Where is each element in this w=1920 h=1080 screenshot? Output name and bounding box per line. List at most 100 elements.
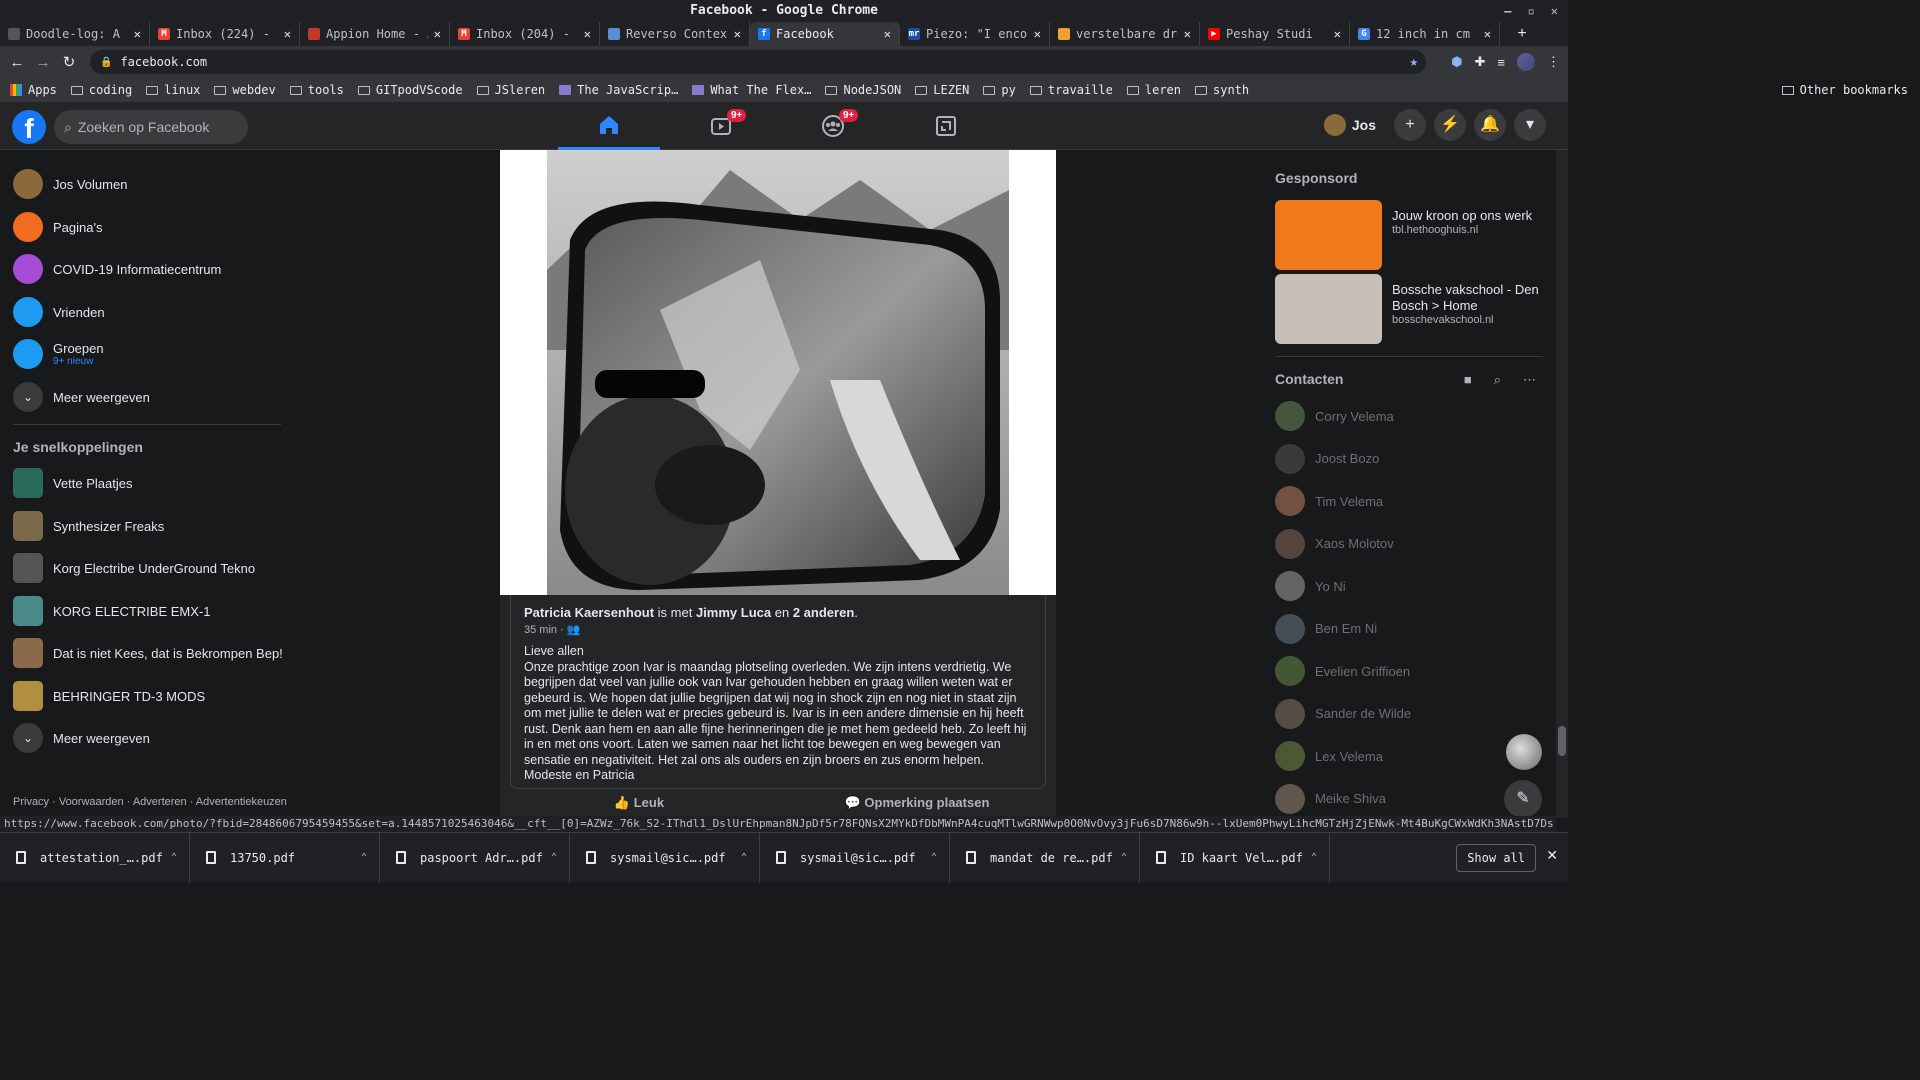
contact-item[interactable]: Meike Shiva (1275, 781, 1386, 817)
sponsored-ad[interactable]: Jouw kroon op ons werk tbl.hethooghuis.nl (1275, 200, 1543, 270)
messenger-icon[interactable]: ⚡ (1434, 109, 1466, 141)
nav-gaming-tab[interactable] (895, 102, 997, 150)
chevron-up-icon[interactable]: ⌃ (551, 852, 557, 863)
account-menu-chevron-icon[interactable]: ▾ (1514, 109, 1546, 141)
bookmark-item[interactable]: webdev (214, 83, 276, 97)
extension-shield-icon[interactable]: ⬢ (1451, 54, 1462, 70)
browser-tab[interactable]: Reverso Context ✕ (600, 22, 750, 46)
chevron-up-icon[interactable]: ⌃ (171, 852, 177, 863)
shortcut-item[interactable]: Vette Plaatjes (13, 463, 133, 503)
shortcut-item[interactable]: ⌄ Meer weergeven (13, 718, 150, 758)
tagged-person[interactable]: Jimmy Luca (696, 605, 771, 620)
download-item[interactable]: ID kaart Vel….pdf ⌃ (1140, 832, 1330, 883)
browser-tab[interactable]: M Inbox (204) - v ✕ (450, 22, 600, 46)
like-button[interactable]: 👍 Leuk (500, 795, 778, 811)
comment-button[interactable]: 💬 Opmerking plaatsen (778, 795, 1056, 811)
download-item[interactable]: paspoort Adr….pdf ⌃ (380, 832, 570, 883)
nav-watch-tab[interactable]: 9+ (670, 102, 772, 150)
bookmark-item[interactable]: What The Flex… (692, 83, 811, 97)
chrome-profile-avatar[interactable] (1517, 53, 1535, 71)
create-plus-button[interactable]: + (1394, 109, 1426, 141)
browser-tab[interactable]: Appion Home - A ✕ (300, 22, 450, 46)
bookmark-item[interactable]: JSleren (476, 83, 545, 97)
reload-icon[interactable]: ↻ (56, 53, 82, 71)
bookmark-item[interactable]: NodeJSON (825, 83, 901, 97)
download-item[interactable]: sysmail@sic….pdf ⌃ (760, 832, 950, 883)
sidebar-item[interactable]: Vrienden (13, 292, 105, 332)
bookmark-item[interactable]: Apps (10, 83, 57, 97)
tagged-others[interactable]: 2 anderen (793, 605, 854, 620)
tab-close-icon[interactable]: ✕ (1184, 27, 1191, 41)
close-downloads-icon[interactable]: ✕ (1546, 847, 1558, 864)
media-control-icon[interactable]: ≡ (1497, 55, 1505, 70)
audience-friends-icon[interactable]: 👥 (567, 624, 581, 636)
tab-close-icon[interactable]: ✕ (1334, 27, 1341, 41)
tab-close-icon[interactable]: ✕ (884, 27, 891, 41)
sponsored-ad[interactable]: Bossche vakschool - Den Bosch > Home boss… (1275, 274, 1543, 344)
search-input[interactable] (77, 119, 228, 135)
close-window-icon[interactable]: ✕ (1551, 0, 1558, 22)
other-bookmarks[interactable]: Other bookmarks (1781, 78, 1908, 102)
contact-item[interactable]: Tim Velema (1275, 483, 1383, 519)
browser-tab[interactable]: mr Piezo: "I enco ✕ (900, 22, 1050, 46)
new-room-video-icon[interactable]: ■ (1464, 372, 1472, 388)
shortcut-item[interactable]: Synthesizer Freaks (13, 506, 164, 546)
post-author[interactable]: Patricia Kaersenhout (524, 605, 654, 620)
tab-close-icon[interactable]: ✕ (134, 27, 141, 41)
search-contacts-icon[interactable]: ⌕ (1494, 372, 1501, 388)
tab-close-icon[interactable]: ✕ (734, 27, 741, 41)
browser-tab[interactable]: verstelbare dra ✕ (1050, 22, 1200, 46)
lock-icon[interactable]: 🔒 (100, 57, 112, 68)
download-item[interactable]: mandat de re….pdf ⌃ (950, 832, 1140, 883)
bookmark-item[interactable]: synth (1195, 83, 1249, 97)
extensions-puzzle-icon[interactable]: ✚ (1475, 54, 1486, 70)
tab-close-icon[interactable]: ✕ (1034, 27, 1041, 41)
page-scrollbar[interactable] (1556, 150, 1568, 818)
tab-close-icon[interactable]: ✕ (1484, 27, 1491, 41)
post-photo[interactable] (500, 150, 1056, 595)
scrollbar-thumb[interactable] (1558, 726, 1566, 756)
minimize-icon[interactable]: – (1504, 0, 1511, 22)
contact-item[interactable]: Ben Em Ni (1275, 611, 1377, 647)
browser-tab[interactable]: Doodle-log: A F ✕ (0, 22, 150, 46)
bookmark-item[interactable]: travaille (1029, 83, 1113, 97)
chevron-up-icon[interactable]: ⌃ (1121, 852, 1127, 863)
notifications-bell-icon[interactable]: 🔔 (1474, 109, 1506, 141)
nav-groups-tab[interactable]: 9+ (782, 102, 884, 150)
bookmark-star-icon[interactable]: ★ (1410, 54, 1418, 70)
show-all-button[interactable]: Show all (1456, 844, 1536, 872)
contact-item[interactable]: Evelien Griffioen (1275, 653, 1410, 689)
download-item[interactable]: attestation_….pdf ⌃ (0, 832, 190, 883)
chevron-up-icon[interactable]: ⌃ (361, 852, 367, 863)
contact-item[interactable]: Xaos Molotov (1275, 526, 1394, 562)
contact-item[interactable]: Lex Velema (1275, 738, 1383, 774)
restore-icon[interactable]: ▫ (1528, 0, 1535, 22)
browser-tab[interactable]: G 12 inch in cm ✕ (1350, 22, 1500, 46)
chat-head-avatar[interactable] (1506, 734, 1542, 770)
chevron-up-icon[interactable]: ⌃ (931, 852, 937, 863)
post-time[interactable]: 35 min (524, 624, 557, 636)
contact-item[interactable]: Corry Velema (1275, 398, 1394, 434)
forward-arrow-icon[interactable]: → (30, 54, 56, 71)
tab-close-icon[interactable]: ✕ (434, 27, 441, 41)
sidebar-item[interactable]: Jos Volumen (13, 164, 127, 204)
bookmark-item[interactable]: tools (289, 83, 344, 97)
contact-item[interactable]: Sander de Wilde (1275, 696, 1411, 732)
browser-tab[interactable]: M Inbox (224) - r ✕ (150, 22, 300, 46)
bookmark-item[interactable]: coding (70, 83, 132, 97)
back-arrow-icon[interactable]: ← (4, 54, 30, 71)
chrome-menu-icon[interactable]: ⋮ (1547, 54, 1560, 70)
bookmark-item[interactable]: linux (146, 83, 200, 97)
more-options-icon[interactable]: ⋯ (1523, 372, 1536, 388)
chevron-up-icon[interactable]: ⌃ (741, 852, 747, 863)
shortcut-item[interactable]: Dat is niet Kees, dat is Bekrompen Bep! (13, 633, 283, 673)
contact-item[interactable]: Joost Bozo (1275, 441, 1379, 477)
tab-close-icon[interactable]: ✕ (584, 27, 591, 41)
browser-tab[interactable]: ▶ Peshay Studi ✕ (1200, 22, 1350, 46)
chevron-up-icon[interactable]: ⌃ (1311, 852, 1317, 863)
bookmark-item[interactable]: LEZEN (915, 83, 969, 97)
address-bar[interactable]: 🔒 facebook.com ★ (90, 50, 1426, 74)
sidebar-item[interactable]: Pagina's (13, 207, 102, 247)
sidebar-item[interactable]: COVID-19 Informatiecentrum (13, 249, 221, 289)
nav-home-tab[interactable] (558, 102, 660, 150)
